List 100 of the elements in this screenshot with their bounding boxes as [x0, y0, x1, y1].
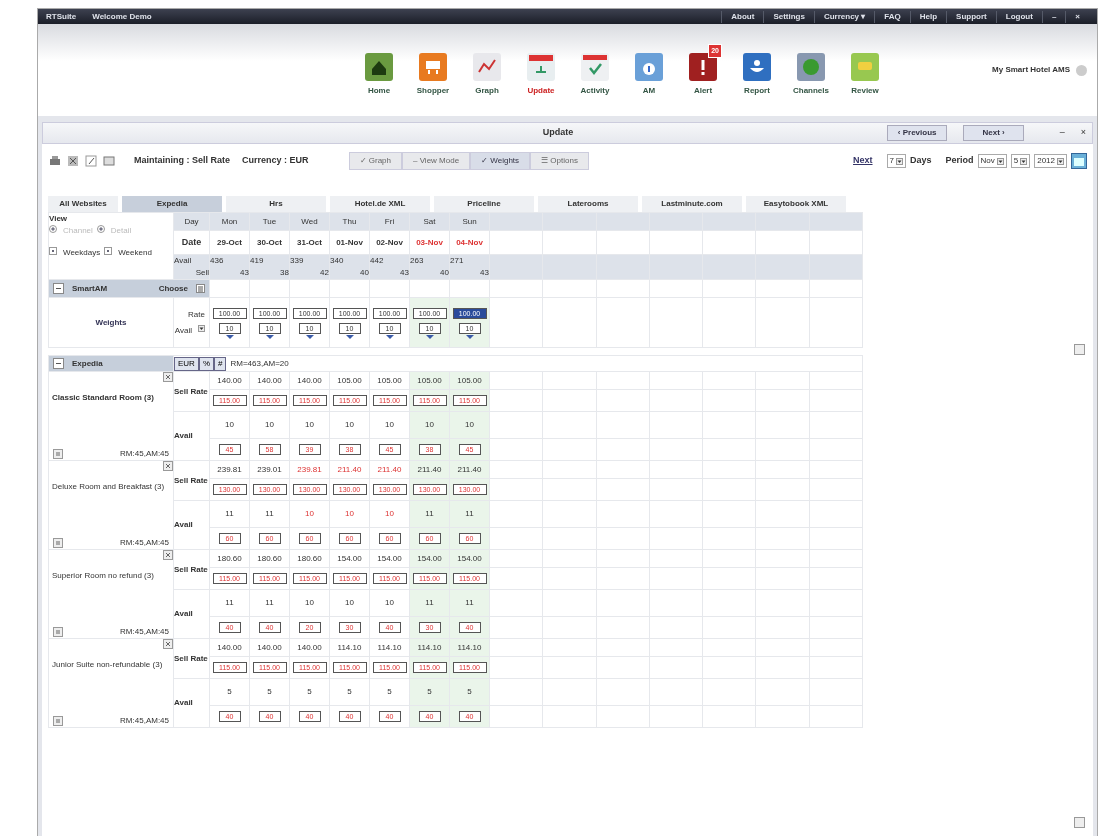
- website-tab[interactable]: Hrs: [226, 196, 326, 212]
- sell-count: 42: [319, 267, 329, 279]
- website-tab[interactable]: Priceline: [434, 196, 534, 212]
- info-icon: [634, 51, 664, 82]
- toolbar-button[interactable]: Report: [734, 43, 780, 97]
- date-header: 04-Nov: [456, 237, 483, 247]
- menu-item[interactable]: FAQ: [874, 10, 910, 23]
- toolbar-label: Activity: [580, 84, 610, 97]
- avail-count: 11: [465, 509, 474, 518]
- days-select[interactable]: 7: [886, 154, 906, 168]
- website-tab[interactable]: Easytobook XML: [746, 196, 846, 212]
- toolbar-button[interactable]: Review: [842, 43, 888, 97]
- room-summary: RM:45,AM:45: [120, 626, 169, 638]
- menu-item[interactable]: About: [721, 10, 764, 23]
- sell-rate: 154.00: [377, 553, 402, 563]
- avail-count: 271: [450, 255, 465, 267]
- website-tab[interactable]: Laterooms: [538, 196, 638, 212]
- sell-rate: 211.40: [417, 464, 442, 474]
- collapse-icon[interactable]: [53, 283, 64, 294]
- status-icon: [1076, 64, 1087, 76]
- menu-item[interactable]: Logout: [995, 10, 1042, 23]
- window-control[interactable]: ×: [1065, 10, 1089, 23]
- section-title: SmartAM: [72, 282, 108, 295]
- currency-button[interactable]: #: [214, 356, 227, 371]
- toolbar-button[interactable]: AM: [626, 43, 672, 97]
- view-label: View: [49, 213, 69, 225]
- choose-link[interactable]: Choose: [158, 282, 188, 295]
- currency-button[interactable]: EUR: [174, 356, 199, 371]
- close-icon[interactable]: [163, 372, 173, 382]
- next-link[interactable]: Next: [853, 154, 873, 168]
- menu-item[interactable]: Support: [946, 10, 996, 23]
- option-tab[interactable]: ☰ Options: [530, 152, 589, 170]
- previous-button[interactable]: ‹ Previous: [886, 125, 948, 141]
- sell-rate: 180.60: [257, 553, 282, 563]
- panel-control[interactable]: –: [1059, 126, 1065, 140]
- chat-icon: [850, 51, 880, 82]
- avail-count: 10: [305, 420, 314, 429]
- next-button[interactable]: Next ›: [963, 125, 1024, 141]
- year-select[interactable]: 2012: [1034, 154, 1067, 168]
- dropdown-icon[interactable]: [198, 324, 205, 332]
- sell-rate: 105.00: [457, 375, 482, 385]
- sell-rate: 154.00: [337, 553, 362, 563]
- website-tab[interactable]: Hotel.de XML: [330, 196, 430, 212]
- date-header: 02-Nov: [376, 237, 403, 247]
- window-control[interactable]: –: [1041, 10, 1066, 23]
- date-header: 30-Oct: [257, 237, 282, 247]
- print-icon[interactable]: [48, 154, 62, 168]
- avail-count: 10: [385, 598, 394, 607]
- avail-count: 5: [467, 687, 472, 696]
- toolbar-button[interactable]: Activity: [572, 43, 618, 97]
- month-select[interactable]: Nov: [977, 154, 1007, 168]
- sell-count: 40: [359, 267, 369, 279]
- checkbox[interactable]: [104, 247, 113, 255]
- calendar-icon[interactable]: [1071, 153, 1087, 169]
- toolbar-label: Channels: [793, 84, 829, 97]
- collapse-icon[interactable]: [53, 358, 64, 369]
- panel-control[interactable]: ×: [1080, 126, 1086, 140]
- close-icon[interactable]: [163, 639, 173, 649]
- row-label: Rate: [188, 308, 205, 321]
- checkbox[interactable]: [49, 247, 57, 255]
- marker-icon: [345, 334, 354, 339]
- sell-count: 43: [479, 267, 489, 279]
- option-tab[interactable]: ✓ Weights: [470, 152, 531, 170]
- option-tab[interactable]: – View Mode: [402, 152, 471, 170]
- website-tab[interactable]: Expedia: [122, 196, 222, 212]
- avail-count: 11: [225, 509, 234, 518]
- row-label: Sell Rate: [174, 564, 208, 574]
- sell-rate: 239.81: [297, 464, 322, 474]
- menu-item[interactable]: Help: [909, 10, 947, 23]
- toolbar-button[interactable]: Channels: [788, 43, 834, 97]
- table-icon[interactable]: [102, 154, 116, 168]
- day-select[interactable]: 5: [1010, 154, 1031, 168]
- currency-text: Currency : EUR: [242, 154, 309, 168]
- day-header: Mon: [221, 216, 238, 226]
- sell-rate: 105.00: [417, 375, 442, 385]
- website-tab[interactable]: Lastminute.com: [642, 196, 742, 212]
- spreadsheet-icon[interactable]: [66, 154, 80, 168]
- close-icon[interactable]: [163, 461, 173, 471]
- avail-count: 11: [265, 598, 274, 607]
- avail-count: 10: [385, 420, 394, 429]
- toolbar-button[interactable]: Shopper: [410, 43, 456, 97]
- toolbar-button[interactable]: Graph: [464, 43, 510, 97]
- close-icon[interactable]: [163, 550, 173, 560]
- sell-rate: 154.00: [417, 553, 442, 563]
- menu-item[interactable]: Settings: [763, 10, 814, 23]
- list-icon[interactable]: [196, 284, 205, 293]
- caret-icon: [996, 157, 1004, 165]
- website-tab[interactable]: All Websites: [48, 196, 118, 212]
- sell-rate: 211.40: [337, 464, 362, 474]
- toolbar-button[interactable]: Update: [518, 43, 564, 97]
- option-tab[interactable]: ✓ Graph: [348, 152, 402, 170]
- toolbar-button[interactable]: Home: [356, 43, 402, 97]
- avail-count: 5: [227, 687, 232, 696]
- sell-rate: 180.60: [297, 553, 322, 563]
- app-title: RTSuite: [46, 10, 77, 23]
- menu-item[interactable]: Currency ▾: [813, 10, 875, 23]
- sell-rate: 140.00: [257, 375, 282, 385]
- day-header: Wed: [301, 216, 318, 226]
- avail-count: 11: [425, 598, 434, 607]
- chart-icon: [472, 51, 502, 82]
